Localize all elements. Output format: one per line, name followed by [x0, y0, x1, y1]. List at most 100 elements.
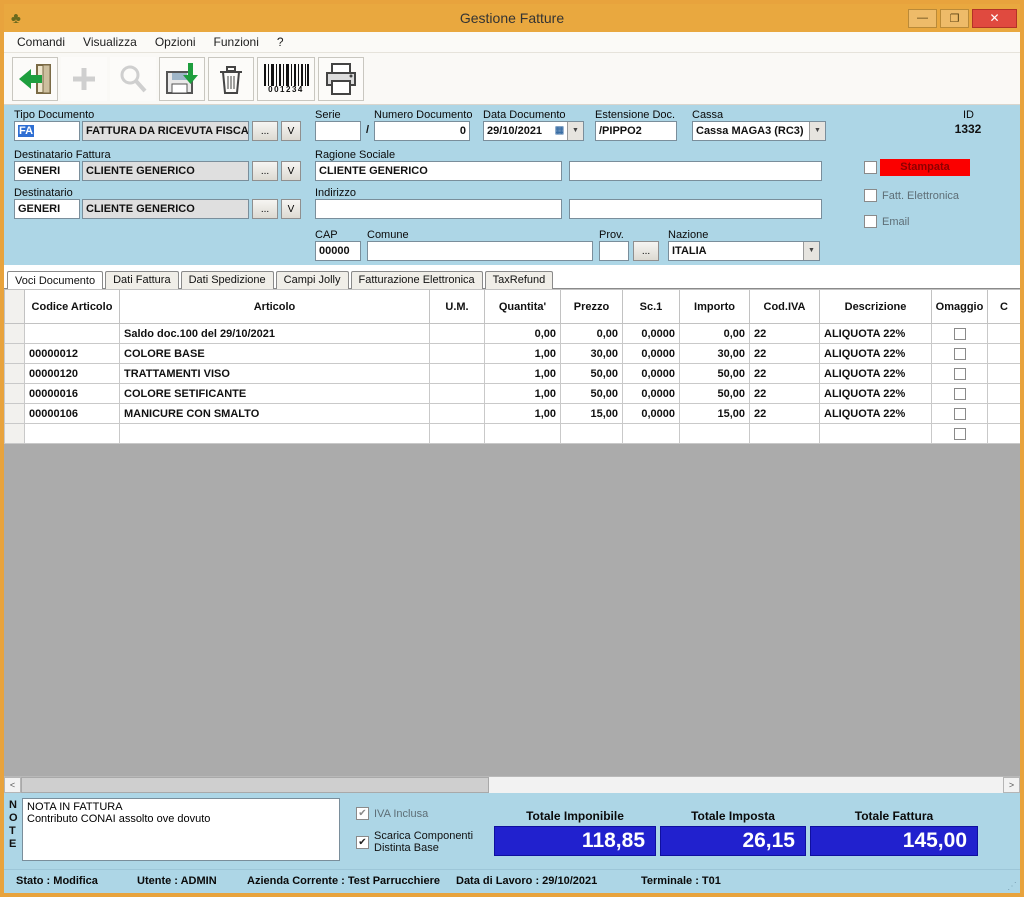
stampata-checkbox[interactable] [864, 161, 877, 174]
cell-descrizione[interactable]: ALIQUOTA 22% [820, 364, 932, 384]
cell-prezzo[interactable]: 50,00 [561, 384, 623, 404]
cell-articolo[interactable]: COLORE BASE [120, 344, 430, 364]
omaggio-checkbox[interactable] [954, 368, 966, 380]
tab-dati-fattura[interactable]: Dati Fattura [105, 271, 178, 289]
cell-codiva[interactable]: 22 [750, 404, 820, 424]
cell-um[interactable] [430, 404, 485, 424]
close-button[interactable]: ✕ [972, 9, 1017, 28]
cell-importo[interactable] [680, 424, 750, 444]
tipo-documento-code-input[interactable]: FA [14, 121, 80, 141]
indirizzo-input-2[interactable] [569, 199, 822, 219]
tab-taxrefund[interactable]: TaxRefund [485, 271, 554, 289]
delete-button[interactable] [208, 57, 254, 101]
cell-quantita[interactable]: 0,00 [485, 324, 561, 344]
cell-descrizione[interactable]: ALIQUOTA 22% [820, 404, 932, 424]
cell-prezzo[interactable]: 30,00 [561, 344, 623, 364]
omaggio-checkbox[interactable] [954, 348, 966, 360]
cell-prezzo[interactable]: 15,00 [561, 404, 623, 424]
row-selector-header[interactable] [5, 290, 25, 324]
fatt-elettronica-checkbox[interactable] [864, 189, 877, 202]
destinatario-fattura-desc-field[interactable]: CLIENTE GENERICO [82, 161, 249, 181]
cell-quantita[interactable]: 1,00 [485, 344, 561, 364]
col-codice-articolo[interactable]: Codice Articolo [25, 290, 120, 324]
comune-input[interactable] [367, 241, 593, 261]
email-checkbox[interactable] [864, 215, 877, 228]
cell-quantita[interactable]: 1,00 [485, 404, 561, 424]
cell-codiva[interactable]: 22 [750, 344, 820, 364]
tipo-documento-validate-button[interactable]: V [281, 121, 301, 141]
indirizzo-input[interactable] [315, 199, 562, 219]
cell-um[interactable] [430, 324, 485, 344]
cell-um[interactable] [430, 424, 485, 444]
note-textarea[interactable]: NOTA IN FATTURA Contributo CONAI assolto… [22, 798, 340, 861]
cell-codice-articolo[interactable] [25, 424, 120, 444]
cell-descrizione[interactable] [820, 424, 932, 444]
cell-importo[interactable]: 30,00 [680, 344, 750, 364]
dropdown-arrow-icon[interactable]: ▼ [803, 242, 819, 260]
cap-input[interactable]: 00000 [315, 241, 361, 261]
cell-sc1[interactable]: 0,0000 [623, 364, 680, 384]
menu-opzioni[interactable]: Opzioni [146, 33, 205, 51]
cell-codice-articolo[interactable]: 00000120 [25, 364, 120, 384]
menu-funzioni[interactable]: Funzioni [205, 33, 268, 51]
col-articolo[interactable]: Articolo [120, 290, 430, 324]
cell-quantita[interactable]: 1,00 [485, 364, 561, 384]
destinatario-desc-field[interactable]: CLIENTE GENERICO [82, 199, 249, 219]
tab-campi-jolly[interactable]: Campi Jolly [276, 271, 349, 289]
row-selector[interactable] [5, 364, 25, 384]
scroll-right-button[interactable]: > [1003, 777, 1020, 793]
destinatario-browse-button[interactable]: ... [252, 199, 278, 219]
col-um[interactable]: U.M. [430, 290, 485, 324]
scarica-componenti-checkbox[interactable] [356, 836, 369, 849]
ragione-sociale-input-2[interactable] [569, 161, 822, 181]
tipo-documento-desc-field[interactable]: FATTURA DA RICEVUTA FISCA [82, 121, 249, 141]
omaggio-checkbox[interactable] [954, 328, 966, 340]
cell-quantita[interactable] [485, 424, 561, 444]
cell-articolo[interactable]: TRATTAMENTI VISO [120, 364, 430, 384]
cell-descrizione[interactable]: ALIQUOTA 22% [820, 384, 932, 404]
serie-input[interactable] [315, 121, 361, 141]
row-selector[interactable] [5, 404, 25, 424]
cell-quantita[interactable]: 1,00 [485, 384, 561, 404]
cell-importo[interactable]: 0,00 [680, 324, 750, 344]
ragione-sociale-input[interactable]: CLIENTE GENERICO [315, 161, 562, 181]
iva-inclusa-checkbox[interactable] [356, 807, 369, 820]
col-prezzo[interactable]: Prezzo [561, 290, 623, 324]
cell-articolo[interactable] [120, 424, 430, 444]
menu-visualizza[interactable]: Visualizza [74, 33, 146, 51]
tab-voci-documento[interactable]: Voci Documento [7, 271, 103, 289]
minimize-button[interactable]: — [908, 9, 937, 28]
cell-codiva[interactable]: 22 [750, 364, 820, 384]
scrollbar-thumb[interactable] [21, 777, 489, 793]
cell-codiva[interactable]: 22 [750, 324, 820, 344]
row-selector[interactable] [5, 424, 25, 444]
cell-sc1[interactable]: 0,0000 [623, 324, 680, 344]
destinatario-fattura-browse-button[interactable]: ... [252, 161, 278, 181]
destinatario-fattura-code-input[interactable]: GENERI [14, 161, 80, 181]
tab-fatturazione-elettronica[interactable]: Fatturazione Elettronica [351, 271, 483, 289]
cell-articolo[interactable]: COLORE SETIFICANTE [120, 384, 430, 404]
cell-importo[interactable]: 50,00 [680, 364, 750, 384]
menu-help[interactable]: ? [268, 33, 293, 51]
resize-grip[interactable]: ⋰ [1007, 881, 1017, 892]
scrollbar-track[interactable] [21, 777, 1003, 793]
col-truncated[interactable]: C [988, 290, 1021, 324]
menu-comandi[interactable]: Comandi [8, 33, 74, 51]
col-importo[interactable]: Importo [680, 290, 750, 324]
cell-codice-articolo[interactable]: 00000012 [25, 344, 120, 364]
calendar-icon[interactable]: ▦ [552, 122, 567, 140]
dropdown-arrow-icon[interactable]: ▼ [567, 122, 583, 140]
cell-um[interactable] [430, 384, 485, 404]
prov-browse-button[interactable]: ... [633, 241, 659, 261]
exit-button[interactable] [12, 57, 58, 101]
cell-descrizione[interactable]: ALIQUOTA 22% [820, 324, 932, 344]
tab-dati-spedizione[interactable]: Dati Spedizione [181, 271, 274, 289]
cell-sc1[interactable]: 0,0000 [623, 344, 680, 364]
col-quantita[interactable]: Quantita' [485, 290, 561, 324]
col-codiva[interactable]: Cod.IVA [750, 290, 820, 324]
cell-sc1[interactable] [623, 424, 680, 444]
cell-codice-articolo[interactable]: 00000106 [25, 404, 120, 424]
cell-codiva[interactable] [750, 424, 820, 444]
destinatario-code-input[interactable]: GENERI [14, 199, 80, 219]
cell-sc1[interactable]: 0,0000 [623, 384, 680, 404]
